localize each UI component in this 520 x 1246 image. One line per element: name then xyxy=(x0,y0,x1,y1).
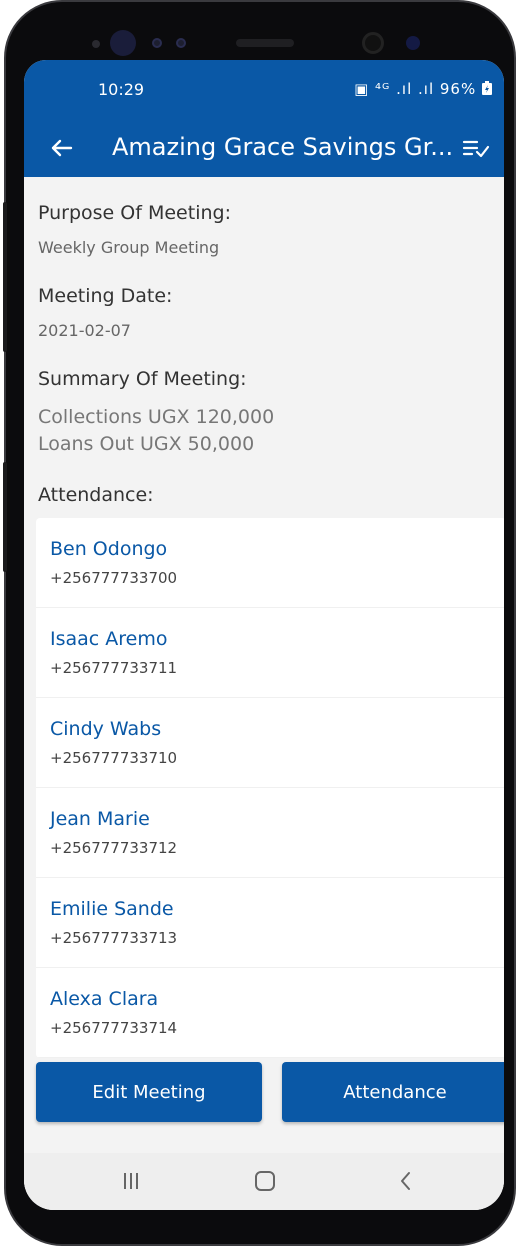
attendee-phone: +256777733713 xyxy=(50,929,178,947)
attendee-name: Isaac Aremo xyxy=(50,628,168,650)
date-value: 2021-02-07 xyxy=(38,321,131,340)
back-arrow-icon[interactable] xyxy=(46,133,76,163)
attendee-name: Jean Marie xyxy=(50,808,150,830)
attendee-phone: +256777733700 xyxy=(50,569,178,587)
edit-meeting-button[interactable]: Edit Meeting xyxy=(36,1062,262,1122)
status-icons: ▣ ⁴ᴳ .ıl .ıl 96% xyxy=(354,80,492,98)
sort-check-icon[interactable] xyxy=(462,136,490,160)
bixby-button xyxy=(3,462,7,572)
meeting-details: Purpose Of Meeting: Weekly Group Meeting… xyxy=(24,177,504,1210)
list-item[interactable]: Emilie Sande +256777733713 xyxy=(36,878,504,968)
summary-line: Loans Out UGX 50,000 xyxy=(38,433,255,455)
page-title: Amazing Grace Savings Gr... xyxy=(112,133,454,161)
nav-back-icon[interactable] xyxy=(398,1168,414,1194)
battery-charging-icon xyxy=(482,81,492,95)
attendee-name: Cindy Wabs xyxy=(50,718,162,740)
phone-frame: 10:29 ▣ ⁴ᴳ .ıl .ıl 96% Amazing Grace Sav… xyxy=(3,0,516,1246)
iris-camera xyxy=(406,36,420,50)
attendance-label: Attendance: xyxy=(38,484,154,506)
purpose-value: Weekly Group Meeting xyxy=(38,238,220,257)
attendee-name: Ben Odongo xyxy=(50,538,168,560)
list-item[interactable]: Cindy Wabs +256777733710 xyxy=(36,698,504,788)
home-icon[interactable] xyxy=(254,1168,276,1194)
sensor-dot xyxy=(176,38,186,48)
app-bar: Amazing Grace Savings Gr... xyxy=(24,120,504,177)
status-time: 10:29 xyxy=(98,80,145,99)
sensor-dot xyxy=(92,40,100,48)
sensor-dot xyxy=(152,38,162,48)
summary-label: Summary Of Meeting: xyxy=(38,368,247,390)
list-item[interactable]: Jean Marie +256777733712 xyxy=(36,788,504,878)
attendee-phone: +256777733712 xyxy=(50,839,178,857)
screen: 10:29 ▣ ⁴ᴳ .ıl .ıl 96% Amazing Grace Sav… xyxy=(24,60,504,1210)
summary-value: Collections UGX 120,000 Loans Out UGX 50… xyxy=(38,404,274,458)
iris-sensor xyxy=(110,30,136,56)
attendance-list: Ben Odongo +256777733700 Isaac Aremo +25… xyxy=(36,518,504,1058)
summary-line: Collections UGX 120,000 xyxy=(38,406,275,428)
purpose-label: Purpose Of Meeting: xyxy=(38,202,231,224)
attendance-button[interactable]: Attendance xyxy=(282,1062,504,1122)
volume-button xyxy=(3,202,7,352)
attendee-phone: +256777733714 xyxy=(50,1019,178,1037)
attendee-name: Emilie Sande xyxy=(50,898,174,920)
list-item[interactable]: Isaac Aremo +256777733711 xyxy=(36,608,504,698)
system-nav-bar xyxy=(24,1153,504,1210)
status-bar: 10:29 ▣ ⁴ᴳ .ıl .ıl 96% xyxy=(24,60,504,120)
recent-apps-icon[interactable] xyxy=(120,1168,142,1194)
status-icons-text: ▣ ⁴ᴳ .ıl .ıl 96% xyxy=(354,80,477,98)
list-item[interactable]: Ben Odongo +256777733700 xyxy=(36,518,504,608)
attendee-phone: +256777733711 xyxy=(50,659,178,677)
front-camera xyxy=(362,32,384,54)
phone-top-hardware xyxy=(6,2,514,62)
attendee-name: Alexa Clara xyxy=(50,988,159,1010)
attendee-phone: +256777733710 xyxy=(50,749,178,767)
earpiece-speaker xyxy=(236,39,294,47)
date-label: Meeting Date: xyxy=(38,285,173,307)
list-item[interactable]: Alexa Clara +256777733714 xyxy=(36,968,504,1058)
